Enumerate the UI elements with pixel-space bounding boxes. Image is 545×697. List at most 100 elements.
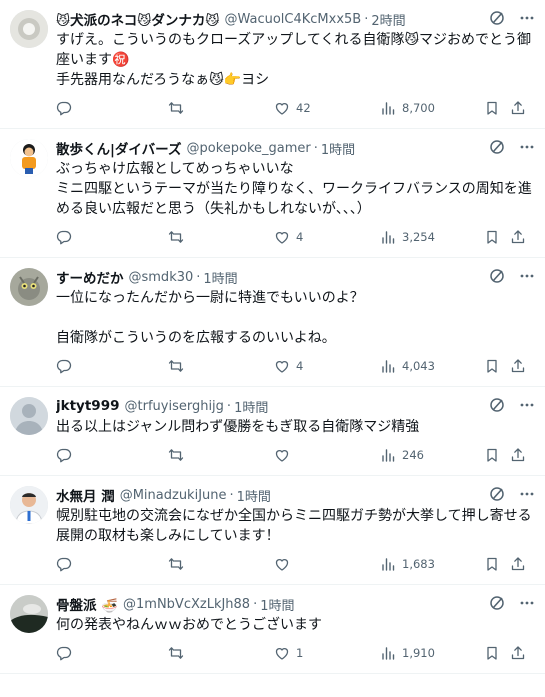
- user-handle[interactable]: @pokepoke_gamer: [187, 141, 311, 156]
- more-icon[interactable]: [519, 595, 535, 611]
- retweet-button[interactable]: [168, 100, 274, 116]
- like-button[interactable]: 4: [274, 229, 380, 245]
- reply-button[interactable]: [56, 229, 168, 245]
- timestamp[interactable]: 1時間: [203, 268, 237, 287]
- avatar[interactable]: [10, 486, 48, 524]
- bookmark-button[interactable]: [484, 229, 510, 245]
- tweet-top-icons: [489, 268, 535, 284]
- tweet[interactable]: 骨盤派 🍜 @1mNbVcXzLkJh88 · 1時間 何の発表やねんｗｗおめで…: [0, 585, 545, 674]
- retweet-button[interactable]: [168, 645, 274, 661]
- reply-button[interactable]: [56, 447, 168, 463]
- retweet-button[interactable]: [168, 447, 274, 463]
- more-icon[interactable]: [519, 139, 535, 155]
- bookmark-button[interactable]: [484, 100, 510, 116]
- timestamp[interactable]: 1時間: [321, 139, 355, 158]
- views-button[interactable]: 1,683: [380, 556, 484, 572]
- separator-dot: ·: [196, 269, 201, 285]
- share-button[interactable]: [510, 645, 526, 661]
- share-button[interactable]: [510, 229, 526, 245]
- display-name[interactable]: jktyt999: [56, 398, 120, 414]
- tweet-text: 幌別駐屯地の交流会になぜか全国からミニ四駆ガチ勢が大挙して押し寄せる展開の取材も…: [56, 508, 532, 544]
- grok-icon[interactable]: [489, 486, 505, 502]
- share-button[interactable]: [510, 100, 526, 116]
- avatar[interactable]: [10, 397, 48, 435]
- views-button[interactable]: 4,043: [380, 358, 484, 374]
- more-icon[interactable]: [519, 10, 535, 26]
- tweet[interactable]: 散歩くん|ダイバーズ @pokepoke_gamer · 1時間 ぶっちゃけ広報…: [0, 129, 545, 258]
- tweet-header: すーめだか @smdk30 · 1時間: [56, 266, 533, 288]
- tweet[interactable]: すーめだか @smdk30 · 1時間 一位になったんだから一尉に特進でもいいの…: [0, 258, 545, 387]
- views-button[interactable]: 1,910: [380, 645, 484, 661]
- reply-button[interactable]: [56, 645, 168, 661]
- like-button[interactable]: [274, 447, 380, 463]
- grok-icon[interactable]: [489, 139, 505, 155]
- grok-icon[interactable]: [489, 397, 505, 413]
- bookmark-button[interactable]: [484, 358, 510, 374]
- like-button[interactable]: 4: [274, 358, 380, 374]
- avatar[interactable]: [10, 268, 48, 306]
- views-button[interactable]: 8,700: [380, 100, 484, 116]
- grok-icon[interactable]: [489, 268, 505, 284]
- views-count: 8,700: [402, 101, 435, 115]
- avatar[interactable]: [10, 10, 48, 48]
- views-button[interactable]: 246: [380, 447, 484, 463]
- action-bar: 1 1,910: [56, 643, 533, 663]
- share-icon: [510, 447, 526, 463]
- retweet-button[interactable]: [168, 556, 274, 572]
- timestamp[interactable]: 1時間: [234, 397, 268, 416]
- bookmark-button[interactable]: [484, 447, 510, 463]
- user-handle[interactable]: @WacuolC4KcMxx5B: [224, 12, 361, 27]
- grok-icon[interactable]: [489, 10, 505, 26]
- views-button[interactable]: 3,254: [380, 229, 484, 245]
- display-name[interactable]: 水無月 潤: [56, 485, 115, 505]
- user-handle[interactable]: @MinadzukiJune: [120, 488, 227, 503]
- separator-dot: ·: [364, 11, 369, 27]
- display-name[interactable]: 😼犬派のネコ😼ダンナカ😼: [56, 9, 219, 29]
- like-icon: [274, 556, 290, 572]
- share-button[interactable]: [510, 358, 526, 374]
- display-name[interactable]: すーめだか: [56, 267, 124, 287]
- bookmark-button[interactable]: [484, 645, 510, 661]
- reply-icon: [56, 358, 72, 374]
- tweet-header: jktyt999 @trfuyiserghijg · 1時間: [56, 395, 533, 417]
- more-icon[interactable]: [519, 486, 535, 502]
- like-button[interactable]: 42: [274, 100, 380, 116]
- display-name[interactable]: 散歩くん|ダイバーズ: [56, 138, 182, 158]
- retweet-button[interactable]: [168, 229, 274, 245]
- tweet-text: ぶっちゃけ広報としてめっちゃいいな ミニ四駆というテーマが当たり障りなく、ワーク…: [56, 161, 532, 217]
- reply-button[interactable]: [56, 100, 168, 116]
- like-count: 1: [296, 646, 304, 660]
- like-button[interactable]: [274, 556, 380, 572]
- user-handle[interactable]: @1mNbVcXzLkJh88: [123, 597, 250, 612]
- timestamp[interactable]: 1時間: [260, 595, 294, 614]
- action-bar: 246: [56, 445, 533, 465]
- like-icon: [274, 229, 290, 245]
- user-handle[interactable]: @trfuyiserghijg: [125, 399, 224, 414]
- grok-icon[interactable]: [489, 595, 505, 611]
- reply-button[interactable]: [56, 556, 168, 572]
- separator-dot: ·: [229, 487, 234, 503]
- timestamp[interactable]: 1時間: [237, 486, 271, 505]
- bookmark-button[interactable]: [484, 556, 510, 572]
- display-name[interactable]: 骨盤派 🍜: [56, 594, 118, 614]
- share-icon: [510, 358, 526, 374]
- share-icon: [510, 100, 526, 116]
- share-button[interactable]: [510, 447, 526, 463]
- user-handle[interactable]: @smdk30: [129, 270, 194, 285]
- bookmark-icon: [484, 358, 500, 374]
- tweet[interactable]: 水無月 潤 @MinadzukiJune · 1時間 幌別駐屯地の交流会になぜか…: [0, 476, 545, 585]
- like-button[interactable]: 1: [274, 645, 380, 661]
- avatar[interactable]: [10, 595, 48, 633]
- timestamp[interactable]: 2時間: [371, 10, 405, 29]
- more-icon[interactable]: [519, 397, 535, 413]
- retweet-icon: [168, 447, 184, 463]
- retweet-button[interactable]: [168, 358, 274, 374]
- views-icon: [380, 229, 396, 245]
- share-button[interactable]: [510, 556, 526, 572]
- more-icon[interactable]: [519, 268, 535, 284]
- tweet[interactable]: jktyt999 @trfuyiserghijg · 1時間 出る以上はジャンル…: [0, 387, 545, 476]
- views-count: 3,254: [402, 230, 435, 244]
- tweet[interactable]: 😼犬派のネコ😼ダンナカ😼 @WacuolC4KcMxx5B · 2時間 すげえ。…: [0, 0, 545, 129]
- avatar[interactable]: [10, 139, 48, 177]
- reply-button[interactable]: [56, 358, 168, 374]
